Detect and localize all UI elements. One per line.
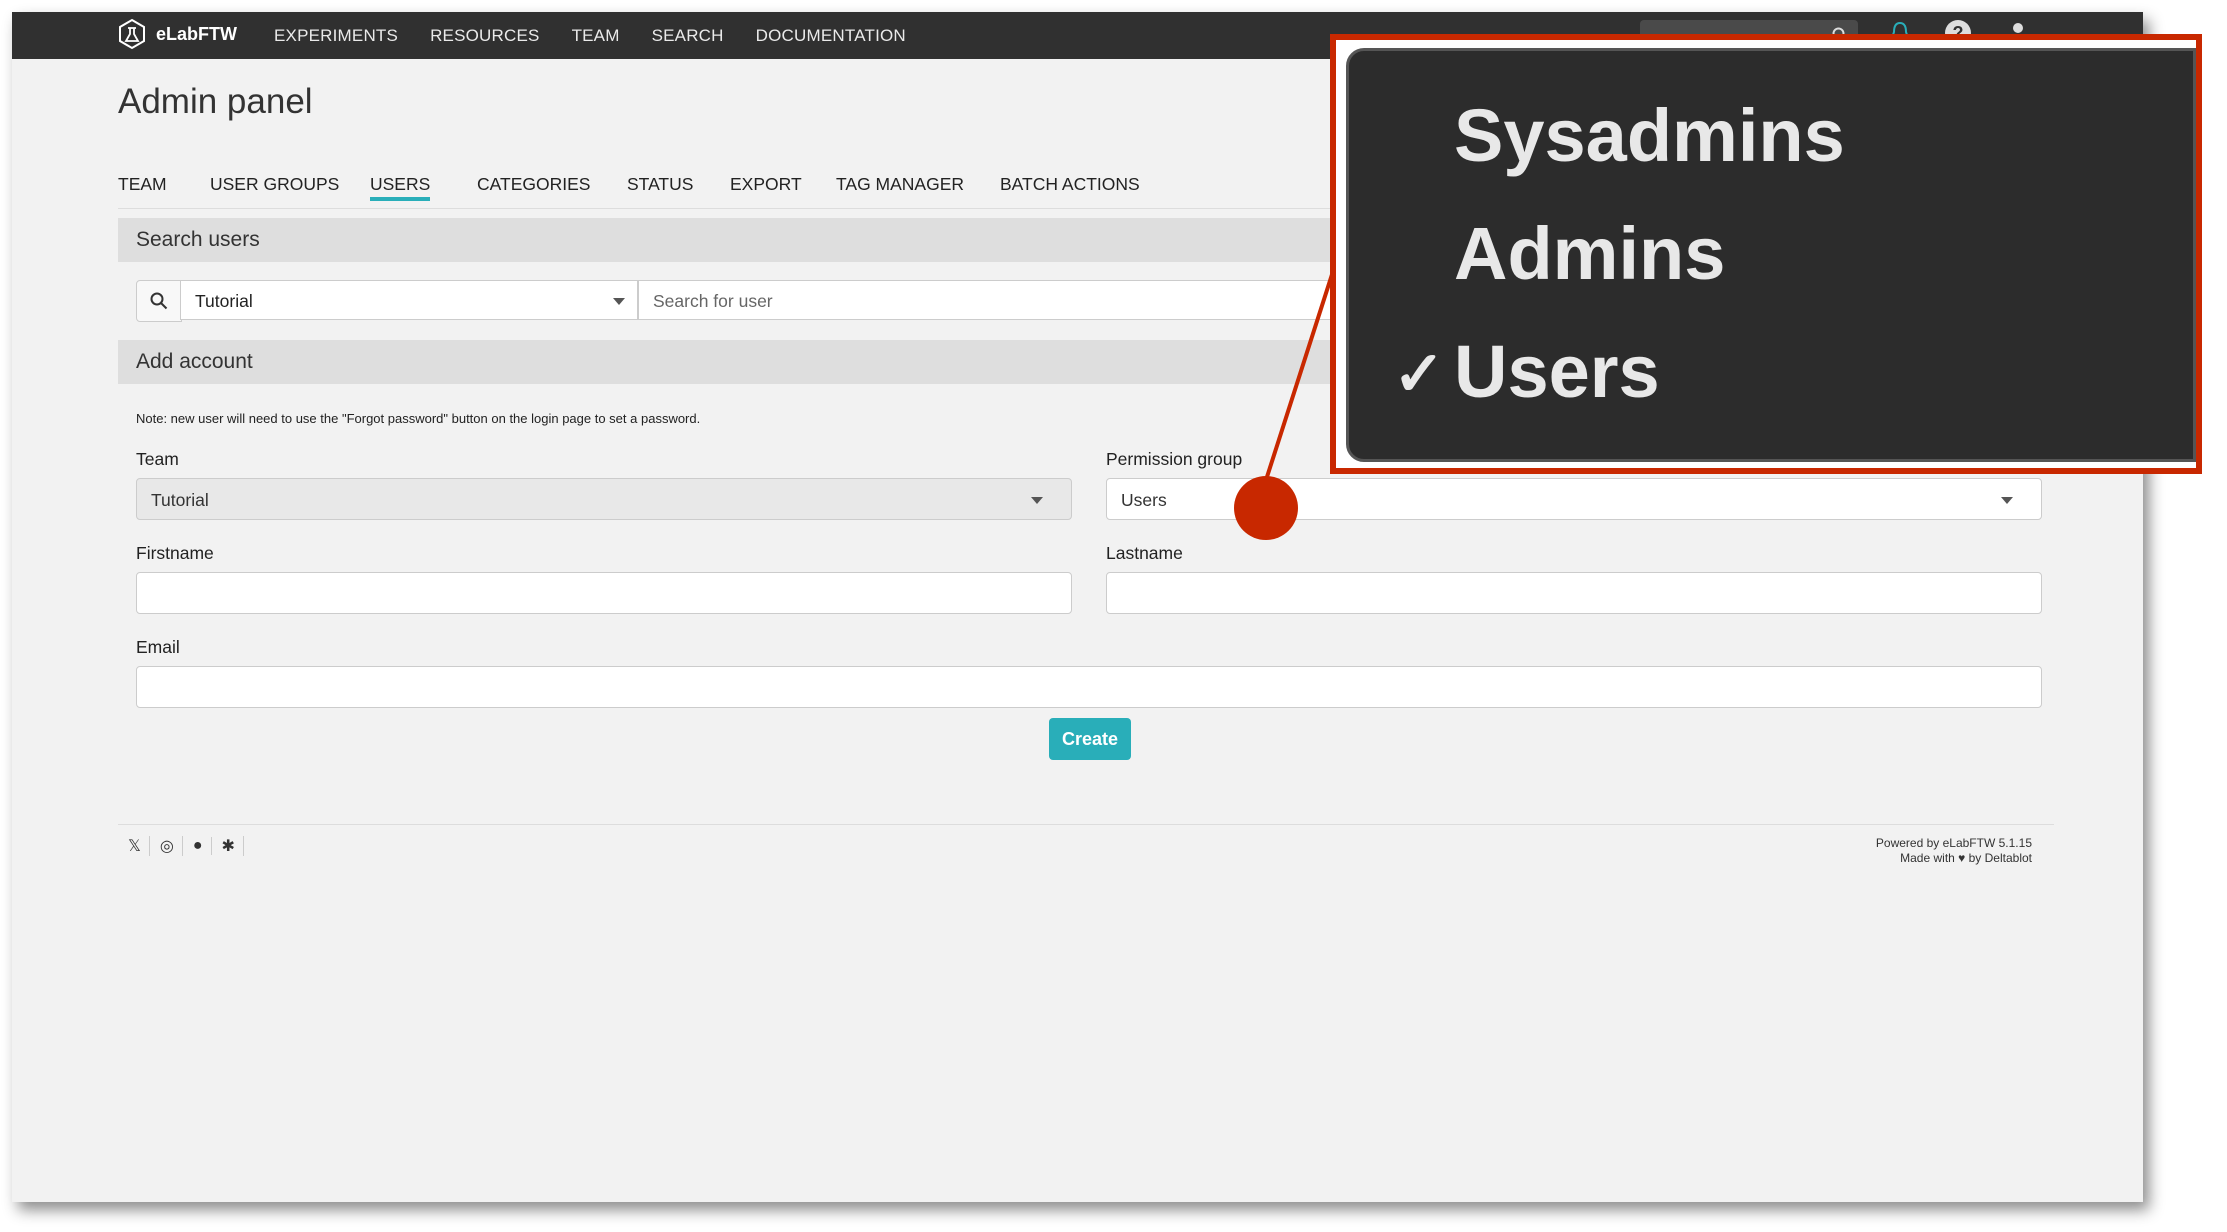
permission-dropdown-menu: Sysadmins Admins ✓ Users xyxy=(1346,48,2196,462)
firstname-label: Firstname xyxy=(136,543,214,563)
team-filter-select[interactable]: Tutorial xyxy=(180,280,638,320)
page-title: Admin panel xyxy=(118,82,313,121)
footer-links: 𝕏 ◎ ● ✱ xyxy=(128,836,244,856)
nav-experiments[interactable]: EXPERIMENTS xyxy=(274,26,398,46)
elabftw-logo-icon xyxy=(119,18,145,50)
team-select-value: Tutorial xyxy=(151,490,209,510)
chevron-down-icon xyxy=(613,298,625,305)
team-select[interactable]: Tutorial xyxy=(136,478,1072,520)
tab-users[interactable]: USERS xyxy=(370,174,431,201)
dropdown-option-admins[interactable]: Admins xyxy=(1454,211,1725,296)
callout-marker xyxy=(1234,476,1298,540)
permission-group-label: Permission group xyxy=(1106,449,1243,469)
add-account-note: Note: new user will need to use the "For… xyxy=(136,411,701,426)
github-icon[interactable]: ◎ xyxy=(160,836,183,856)
team-label: Team xyxy=(136,449,179,469)
permission-group-value: Users xyxy=(1121,490,1167,510)
powered-by-text: Powered by eLabFTW 5.1.15 xyxy=(1875,836,2032,850)
email-field[interactable] xyxy=(136,666,2042,708)
footer-divider xyxy=(118,824,2054,825)
nav-search[interactable]: SEARCH xyxy=(652,26,724,46)
tab-team[interactable]: TEAM xyxy=(118,174,167,195)
user-search-placeholder: Search for user xyxy=(653,291,773,311)
main-nav: EXPERIMENTS RESOURCES TEAM SEARCH DOCUME… xyxy=(274,12,906,59)
chevron-down-icon xyxy=(1031,497,1043,504)
team-filter-value: Tutorial xyxy=(195,291,253,311)
email-label: Email xyxy=(136,637,180,657)
nav-resources[interactable]: RESOURCES xyxy=(430,26,540,46)
tab-batch-actions[interactable]: BATCH ACTIONS xyxy=(1000,174,1140,195)
tab-user-groups[interactable]: USER GROUPS xyxy=(210,174,339,195)
brand[interactable]: eLabFTW xyxy=(116,18,237,50)
brand-name: eLabFTW xyxy=(156,23,237,44)
dropdown-option-users[interactable]: Users xyxy=(1454,329,1660,414)
create-button[interactable]: Create xyxy=(1049,718,1131,760)
bug-icon[interactable]: ✱ xyxy=(222,836,244,856)
chat-icon[interactable]: ● xyxy=(193,837,212,855)
made-with-text: Made with ♥ by Deltablot xyxy=(1900,851,2032,865)
firstname-field[interactable] xyxy=(136,572,1072,614)
tab-tag-manager[interactable]: TAG MANAGER xyxy=(836,174,964,195)
chevron-down-icon xyxy=(2001,497,2013,504)
lastname-label: Lastname xyxy=(1106,543,1183,563)
nav-documentation[interactable]: DOCUMENTATION xyxy=(756,26,906,46)
tab-categories[interactable]: CATEGORIES xyxy=(477,174,590,195)
x-twitter-icon[interactable]: 𝕏 xyxy=(128,836,150,856)
dropdown-option-sysadmins[interactable]: Sysadmins xyxy=(1454,93,1845,178)
tab-export[interactable]: EXPORT xyxy=(730,174,802,195)
search-button[interactable] xyxy=(136,280,182,322)
checkmark-icon: ✓ xyxy=(1393,340,1445,409)
section-title: Add account xyxy=(136,350,253,373)
footer-credits: Powered by eLabFTW 5.1.15 Made with ♥ by… xyxy=(1512,836,2032,866)
section-title: Search users xyxy=(136,228,260,251)
tab-status[interactable]: STATUS xyxy=(627,174,693,195)
nav-team[interactable]: TEAM xyxy=(572,26,620,46)
callout-zoom-frame: Sysadmins Admins ✓ Users xyxy=(1330,34,2202,474)
lastname-field[interactable] xyxy=(1106,572,2042,614)
search-icon xyxy=(150,292,168,310)
